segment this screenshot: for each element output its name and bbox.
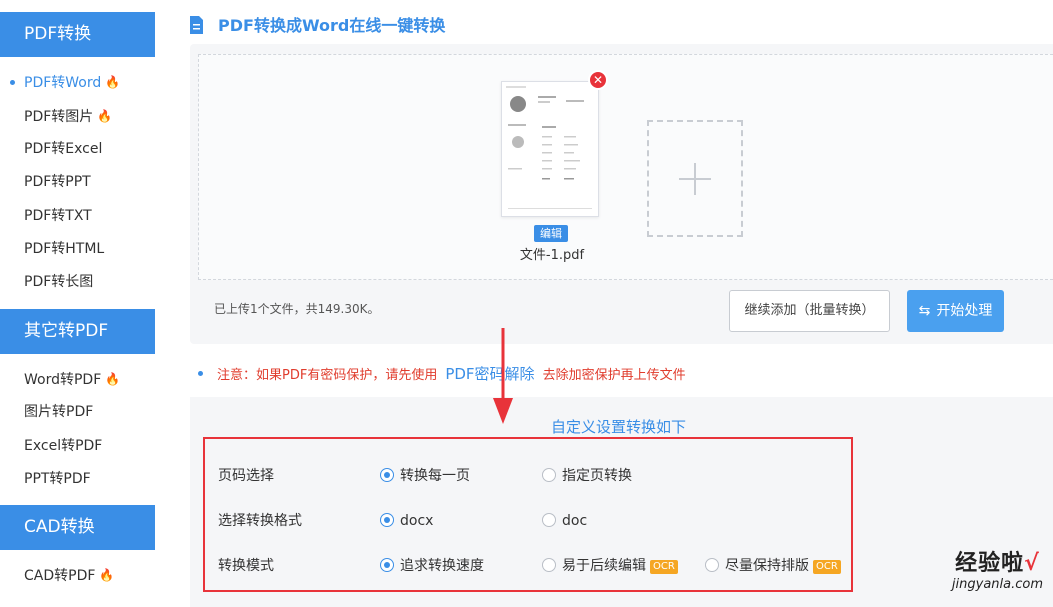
- sidebar-header-other-to-pdf: 其它转PDF: [0, 309, 155, 354]
- sidebar-header-cad-convert: CAD转换: [0, 505, 155, 550]
- option-label: 追求转换速度: [400, 558, 484, 574]
- sidebar-item-ppt-to-pdf[interactable]: PPT转PDF: [0, 463, 155, 496]
- upload-panel: ✕ 编辑 文件-1.pdf 已上传1个文件，共149.30K。 继续添加（批量转…: [190, 44, 1053, 344]
- sidebar-item-pdf-to-txt[interactable]: PDF转TXT: [0, 200, 155, 233]
- sidebar-item-label: CAD转PDF: [24, 568, 96, 584]
- start-processing-label: 开始处理: [936, 303, 993, 319]
- settings-title: 自定义设置转换如下: [551, 418, 687, 436]
- sidebar: PDF转换 PDF转Word 🔥 PDF转图片 🔥 PDF转Excel PDF转PP…: [0, 0, 156, 598]
- radio-checked-icon: [380, 468, 394, 482]
- page-title: PDF转换成Word在线一键转换: [218, 16, 446, 35]
- continue-add-button[interactable]: 继续添加（批量转换）: [729, 290, 890, 332]
- add-file-button[interactable]: [647, 120, 743, 237]
- watermark-url: jingyanla.com: [951, 577, 1043, 592]
- upload-status: 已上传1个文件，共149.30K。: [214, 302, 380, 316]
- bullet-icon: [198, 371, 203, 376]
- sidebar-item-word-to-pdf[interactable]: Word转PDF 🔥: [0, 363, 155, 396]
- sidebar-item-cad-to-pdf[interactable]: CAD转PDF 🔥: [0, 559, 155, 592]
- sidebar-item-label: PDF转Word: [24, 75, 102, 91]
- start-processing-button[interactable]: ⇆ 开始处理: [907, 290, 1004, 332]
- radio-unchecked-icon: [542, 558, 556, 572]
- notice-prefix: 注意：如果PDF有密码保护，请先使用: [217, 368, 438, 383]
- fire-icon: 🔥: [105, 372, 121, 386]
- annotation-arrow-icon: [493, 328, 513, 424]
- option-doc[interactable]: doc: [542, 511, 587, 531]
- swap-icon: ⇆: [918, 303, 931, 319]
- sidebar-item-pdf-to-long-image[interactable]: PDF转长图: [0, 266, 155, 299]
- option-label: doc: [562, 513, 588, 529]
- notice: 注意：如果PDF有密码保护，请先使用 PDF密码解除 去除加密保护再上传文件: [198, 363, 686, 385]
- format-label: 选择转换格式: [218, 513, 302, 529]
- option-easy-edit[interactable]: 易于后续编辑 OCR: [542, 556, 678, 576]
- radio-unchecked-icon: [705, 558, 719, 572]
- sidebar-item-label: Word转PDF: [24, 372, 102, 388]
- option-label: 易于后续编辑: [562, 558, 646, 574]
- ocr-badge: OCR: [650, 560, 678, 574]
- option-keep-layout[interactable]: 尽量保持排版 OCR: [705, 556, 841, 576]
- pdf-page-preview-icon: [506, 86, 592, 209]
- sidebar-item-pdf-to-excel[interactable]: PDF转Excel: [0, 133, 155, 166]
- sidebar-item-pdf-to-word[interactable]: PDF转Word 🔥: [0, 66, 155, 99]
- remove-file-button[interactable]: ✕: [588, 70, 608, 90]
- sidebar-item-label: PDF转图片: [24, 109, 94, 125]
- sidebar-item-pdf-to-html[interactable]: PDF转HTML: [0, 233, 155, 266]
- mode-label: 转换模式: [218, 558, 274, 574]
- fire-icon: 🔥: [97, 109, 113, 123]
- fire-icon: 🔥: [105, 75, 121, 89]
- option-label: 转换每一页: [400, 468, 470, 484]
- dropzone[interactable]: ✕ 编辑 文件-1.pdf: [198, 54, 1053, 280]
- active-dot-icon: [10, 80, 15, 85]
- ocr-badge: OCR: [813, 560, 841, 574]
- option-speed[interactable]: 追求转换速度: [380, 556, 484, 576]
- radio-unchecked-icon: [542, 468, 556, 482]
- radio-unchecked-icon: [542, 513, 556, 527]
- option-label: 指定页转换: [562, 468, 632, 484]
- radio-checked-icon: [380, 513, 394, 527]
- page-selection-label: 页码选择: [218, 468, 274, 484]
- file-thumbnail[interactable]: [501, 81, 599, 217]
- watermark: 经验啦√ jingyanla.com: [952, 545, 1043, 592]
- watermark-title: 经验啦√: [955, 551, 1040, 576]
- edit-file-button[interactable]: 编辑: [534, 225, 568, 242]
- document-icon: [190, 16, 203, 34]
- sidebar-header-pdf-convert: PDF转换: [0, 12, 155, 57]
- option-label: 尽量保持排版: [725, 558, 809, 574]
- file-name: 文件-1.pdf: [519, 248, 585, 263]
- sidebar-item-image-to-pdf[interactable]: 图片转PDF: [0, 396, 155, 429]
- option-docx[interactable]: docx: [380, 511, 433, 531]
- option-convert-every-page[interactable]: 转换每一页: [380, 466, 470, 486]
- option-label: docx: [400, 513, 434, 529]
- option-specify-pages[interactable]: 指定页转换: [542, 466, 632, 486]
- sidebar-item-pdf-to-ppt[interactable]: PDF转PPT: [0, 166, 155, 199]
- settings-panel: 自定义设置转换如下 页码选择 转换每一页 指定页转换 选择转换格式 docx d…: [190, 397, 1053, 607]
- sidebar-item-excel-to-pdf[interactable]: Excel转PDF: [0, 430, 155, 463]
- notice-suffix: 去除加密保护再上传文件: [542, 368, 686, 383]
- main-content: PDF转换成Word在线一键转换 ✕ 编辑 文件-1.pdf 已上传1个文件，共…: [190, 0, 1053, 607]
- fire-icon: 🔥: [99, 568, 115, 582]
- radio-checked-icon: [380, 558, 394, 572]
- sidebar-item-pdf-to-image[interactable]: PDF转图片 🔥: [0, 100, 155, 133]
